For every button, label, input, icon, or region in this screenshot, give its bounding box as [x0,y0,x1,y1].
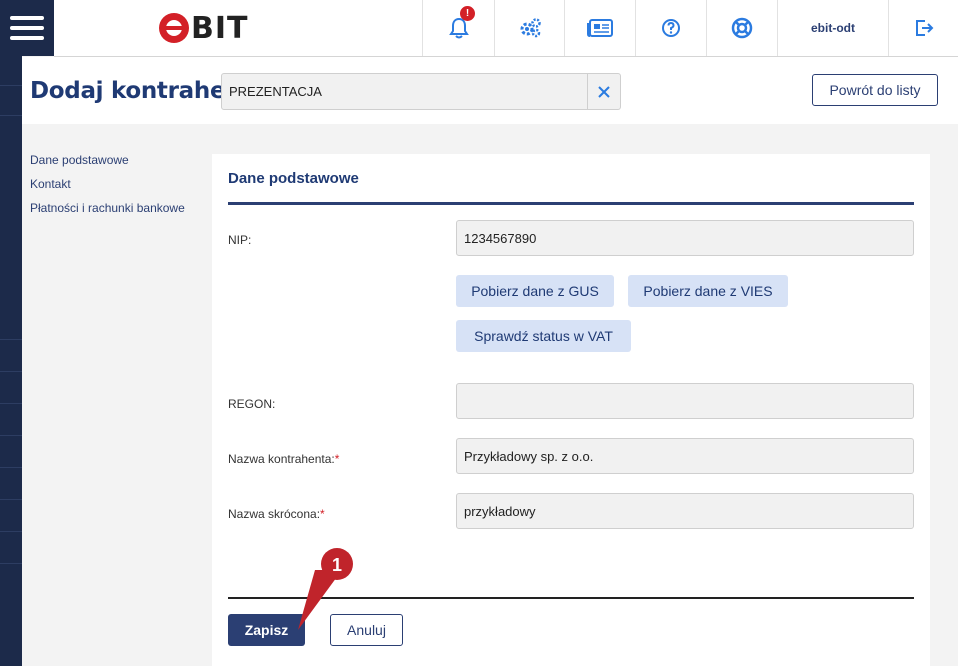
check-vat-status-button[interactable]: Sprawdź status w VAT [456,320,631,352]
rail-item[interactable] [0,56,22,86]
callout-number: 1 [332,555,342,575]
regon-input[interactable] [456,383,914,419]
clear-company-button[interactable] [587,74,620,109]
top-bar: BIT ! ebit-odt [54,0,958,57]
contractor-name-label-text: Nazwa kontrahenta: [228,452,335,466]
contractor-name-label: Nazwa kontrahenta:* [228,452,339,466]
close-icon [598,85,610,98]
hamburger-menu-button[interactable] [0,0,54,56]
lifebuoy-icon [731,17,753,39]
menu-line [10,26,44,30]
rail-item[interactable] [0,86,22,116]
user-menu[interactable]: ebit-odt [777,0,888,56]
ebit-logo[interactable]: BIT [159,10,249,46]
rail-item[interactable] [0,374,22,404]
company-select[interactable]: PREZENTACJA [221,73,621,110]
rail-item[interactable] [0,310,22,340]
nav-item-platnosci[interactable]: Płatności i rachunki bankowe [30,201,185,225]
page-header: Dodaj kontrahenta PREZENTACJA Powrót do … [22,57,958,124]
user-name: ebit-odt [811,21,855,35]
menu-line [10,36,44,40]
logo-e-mark [159,13,189,43]
menu-line [10,16,44,20]
section-divider [228,202,914,205]
gears-icon [520,18,541,38]
contractor-name-input[interactable]: Przykładowy sp. z o.o. [456,438,914,474]
notification-badge: ! [460,6,475,21]
help-button[interactable] [635,0,706,56]
short-name-input[interactable]: przykładowy [456,493,914,529]
back-to-list-button[interactable]: Powrót do listy [812,74,938,106]
rail-item[interactable] [0,470,22,500]
logout-button[interactable] [888,0,958,56]
section-title: Dane podstawowe [228,170,359,187]
question-circle-icon [662,19,680,37]
short-name-label-text: Nazwa skrócona: [228,507,321,521]
nip-input[interactable]: 1234567890 [456,220,914,256]
settings-button[interactable] [494,0,564,56]
notifications-button[interactable]: ! [422,0,494,56]
support-button[interactable] [706,0,777,56]
fetch-gus-button[interactable]: Pobierz dane z GUS [456,275,614,307]
fetch-vies-button[interactable]: Pobierz dane z VIES [628,275,788,307]
required-marker: * [320,507,325,521]
rail-item[interactable] [0,342,22,372]
nav-item-dane-podstawowe[interactable]: Dane podstawowe [30,153,185,177]
required-marker: * [334,452,340,466]
rail-item[interactable] [0,438,22,468]
rail-item[interactable] [0,534,22,564]
company-select-value: PREZENTACJA [229,84,322,99]
logo-text: BIT [191,10,249,46]
newspaper-icon [587,19,613,37]
left-rail [0,0,22,666]
rail-item[interactable] [0,406,22,436]
section-nav: Dane podstawowe Kontakt Płatności i rach… [30,153,185,225]
news-button[interactable] [564,0,635,56]
short-name-label: Nazwa skrócona:* [228,507,325,521]
annotation-callout: 1 [298,548,353,630]
regon-label: REGON: [228,397,276,411]
nip-label: NIP: [228,233,252,247]
nav-item-kontakt[interactable]: Kontakt [30,177,185,201]
rail-item[interactable] [0,502,22,532]
logout-icon [915,20,933,36]
